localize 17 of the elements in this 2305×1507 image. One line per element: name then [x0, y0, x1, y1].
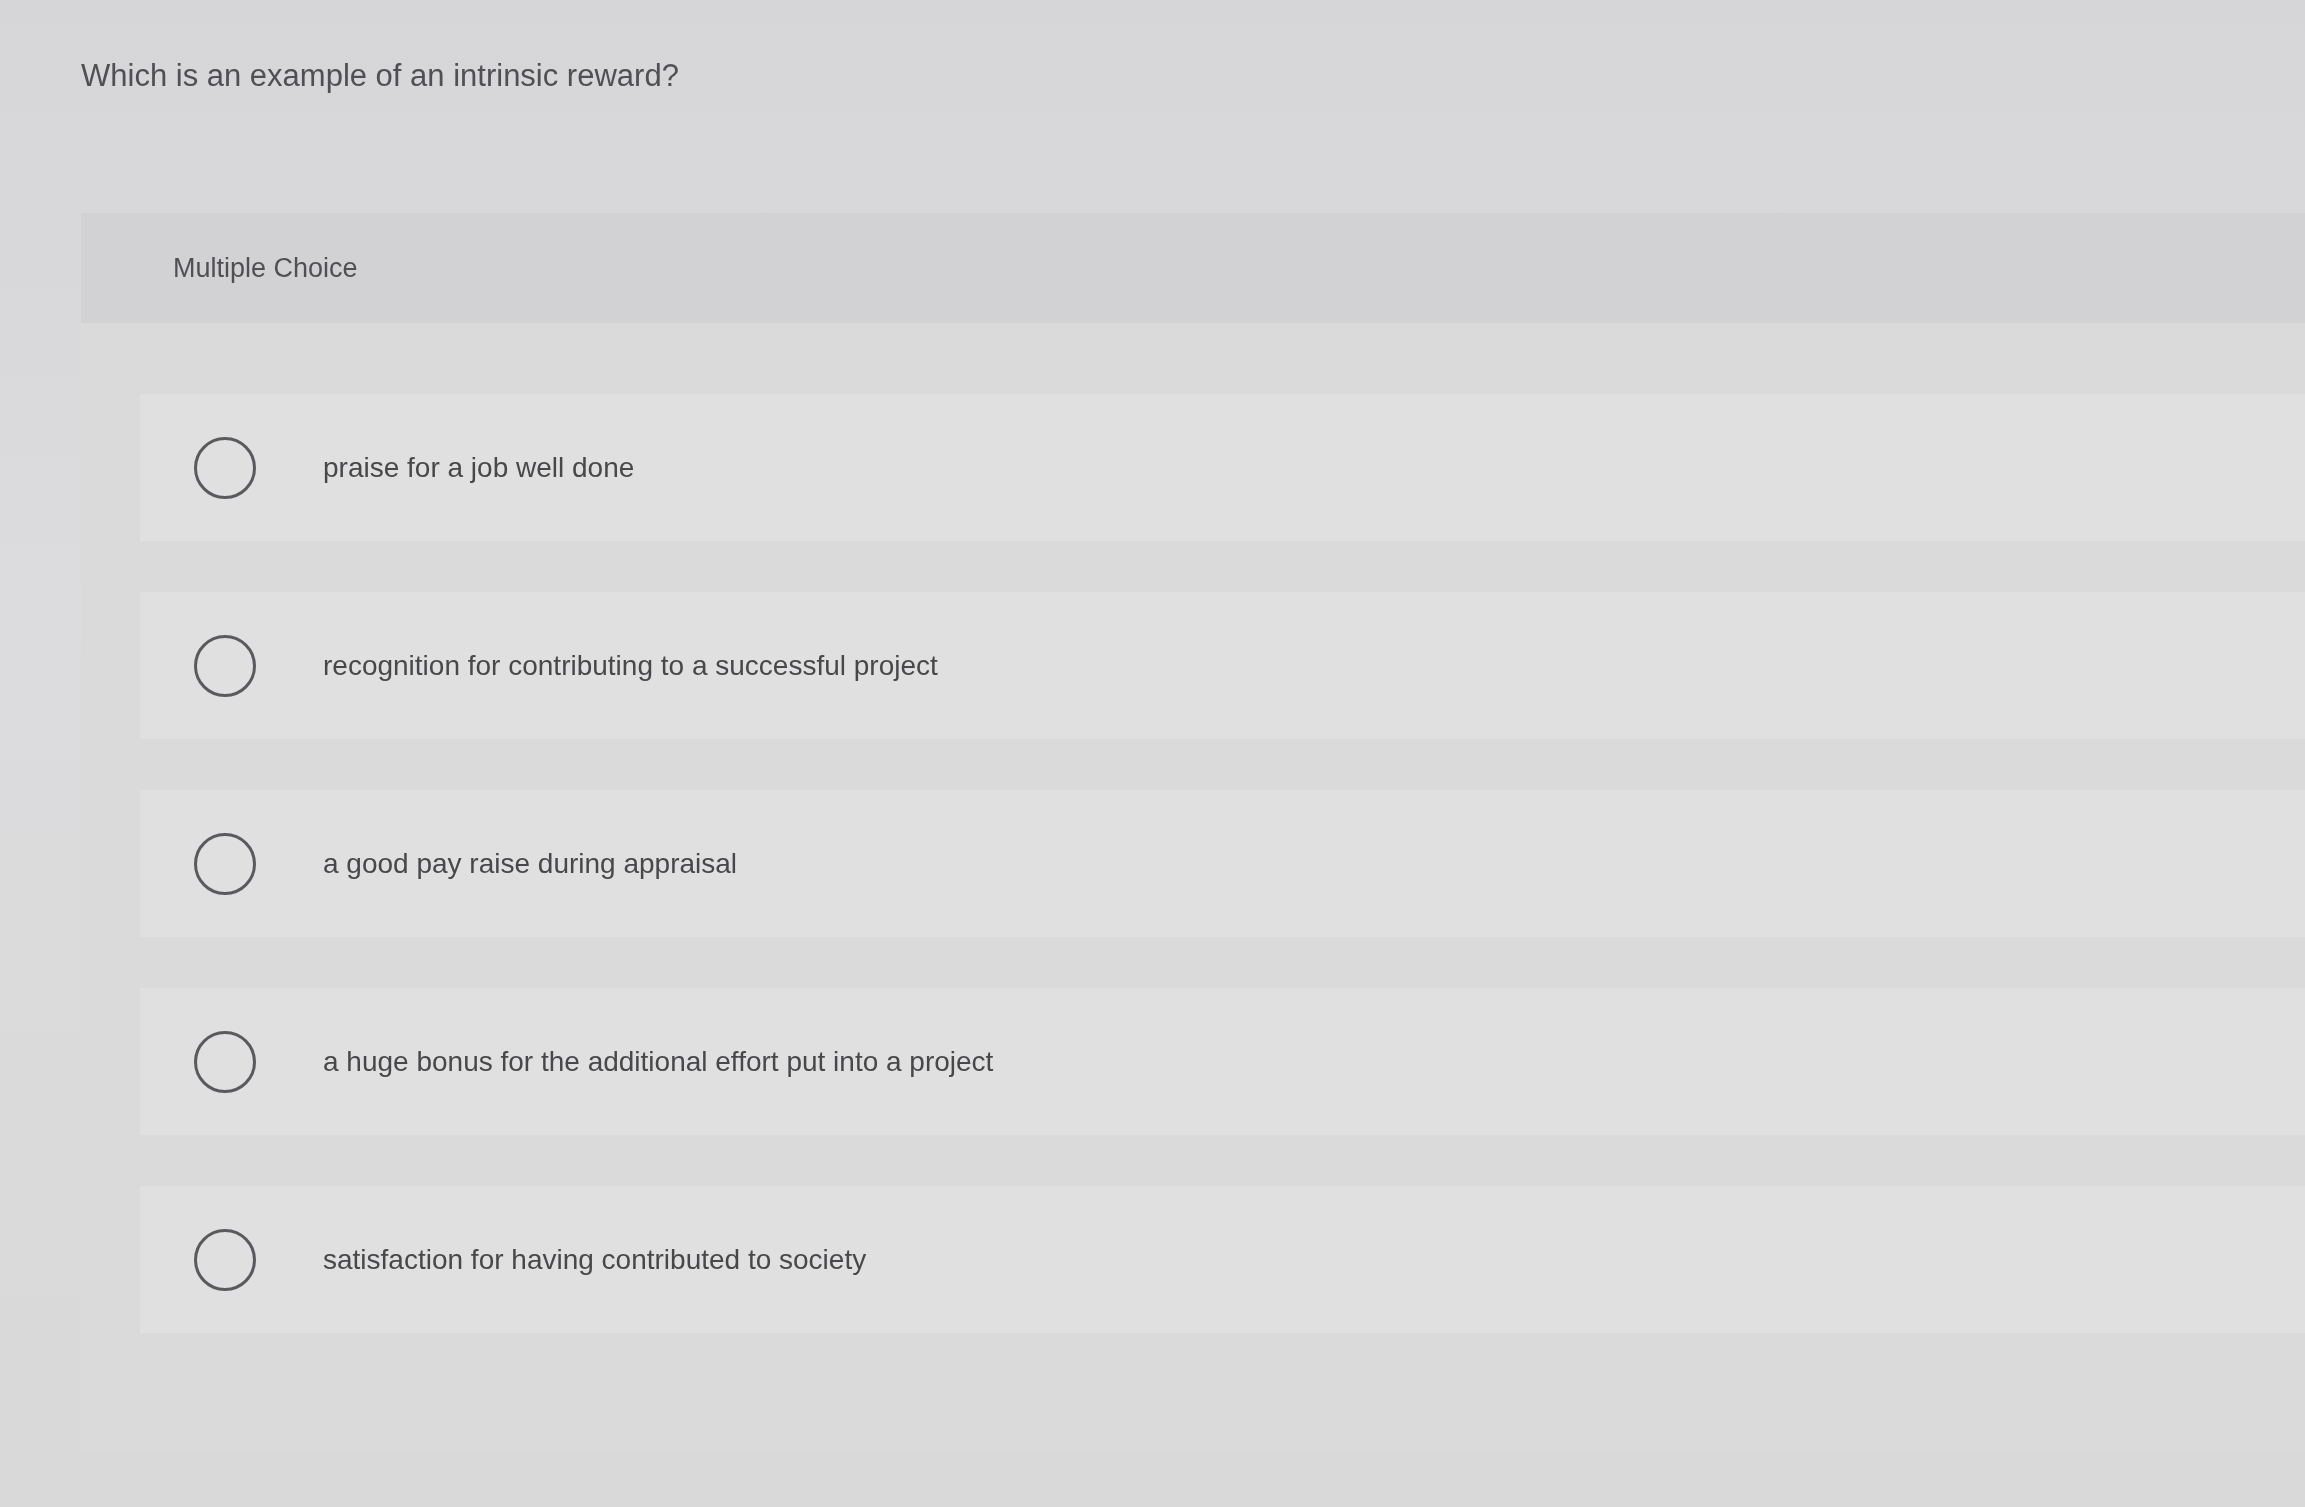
radio-button[interactable] [194, 1030, 256, 1093]
answer-option[interactable]: a good pay raise during appraisal [140, 790, 2305, 937]
option-text: recognition for contributing to a successful project [323, 649, 938, 682]
answer-option[interactable]: praise for a job well done [140, 394, 2305, 541]
option-text: satisfaction for having contributed to society [323, 1243, 867, 1276]
question-type-label: Multiple Choice [173, 252, 358, 284]
question-text: Which is an example of an intrinsic reward? [81, 57, 679, 95]
radio-button[interactable] [194, 634, 256, 697]
option-text: a huge bonus for the additional effort put into a project [323, 1045, 994, 1078]
option-text: praise for a job well done [323, 451, 635, 484]
radio-button[interactable] [194, 436, 256, 499]
radio-button[interactable] [194, 1228, 256, 1291]
answer-option[interactable]: recognition for contributing to a successful project [140, 592, 2305, 739]
answer-option[interactable]: a huge bonus for the additional effort put into a project [140, 988, 2305, 1135]
answer-option[interactable]: satisfaction for having contributed to society [140, 1186, 2305, 1333]
option-text: a good pay raise during appraisal [323, 847, 738, 880]
radio-button[interactable] [194, 832, 256, 895]
